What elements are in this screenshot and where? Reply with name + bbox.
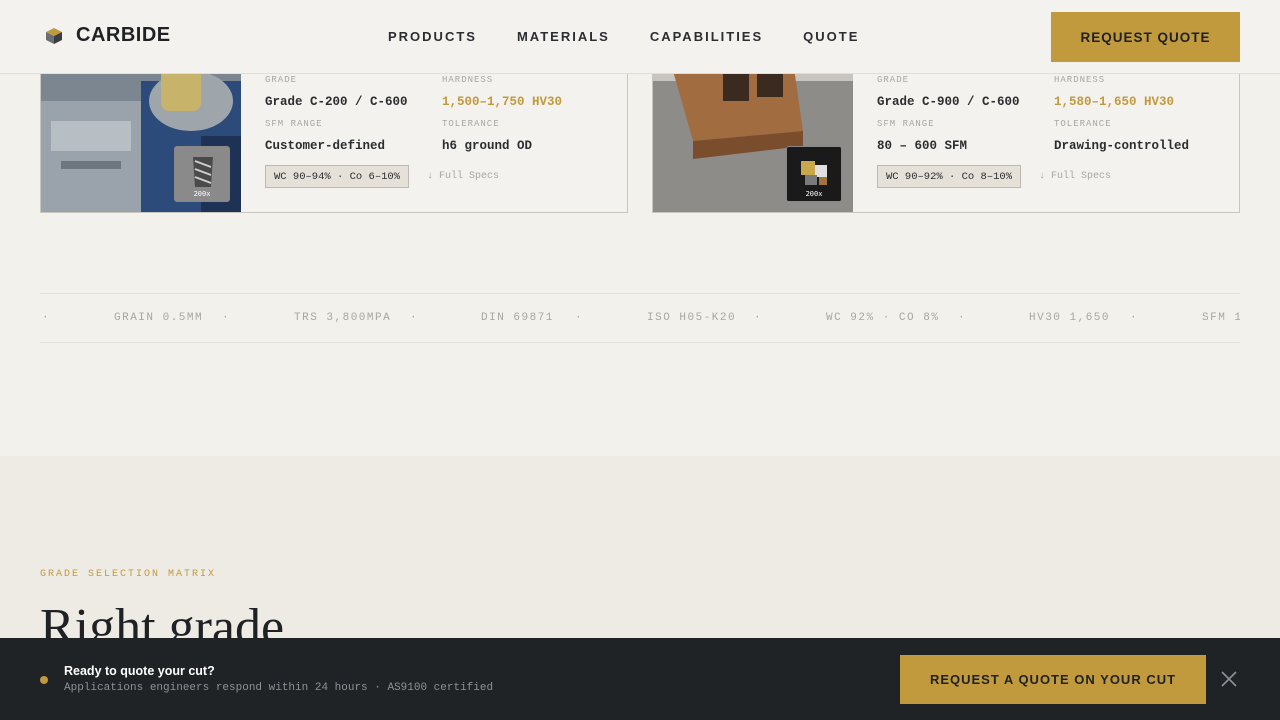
ticker-item: GRAIN 0.5MM	[114, 312, 204, 324]
sfm-spec-1: SFM RANGE Customer-defined	[265, 119, 385, 153]
tolerance-label: TOLERANCE	[1054, 119, 1112, 129]
request-quote-button[interactable]: REQUEST QUOTE	[1051, 12, 1240, 62]
grade-label: GRADE	[265, 75, 298, 85]
grade-label: GRADE	[877, 75, 910, 85]
ticker-item: WC 92% · CO 8%	[826, 312, 940, 324]
site-header: CARBIDE PRODUCTS MATERIALS CAPABILITIES …	[0, 0, 1280, 74]
sfm-value: Customer-defined	[265, 139, 386, 153]
hardness-spec-1: HARDNESS 1,500–1,750 HV30	[442, 75, 562, 109]
thumb-label-2: 200x	[805, 190, 823, 198]
ticker-item: ISO H05-K20	[647, 312, 737, 324]
grade-spec-2: GRADE Grade C-900 / C-600	[877, 75, 1020, 109]
nav-quote[interactable]: QUOTE	[803, 29, 859, 44]
ticker-separator: ·	[410, 312, 419, 324]
brand-logo[interactable]: CARBIDE	[44, 24, 171, 47]
sfm-label: SFM RANGE	[877, 119, 935, 129]
magnification-thumb-2[interactable]: 200x	[786, 146, 842, 202]
composition-chip-1: WC 90–94% · Co 6–10%	[265, 165, 410, 188]
full-specs-link-2[interactable]: ↓ Full Specs	[1039, 171, 1111, 182]
full-specs-link-1[interactable]: ↓ Full Specs	[427, 171, 499, 182]
main-nav: PRODUCTS MATERIALS CAPABILITIES QUOTE	[388, 29, 899, 44]
ticker-separator: ·	[222, 312, 231, 324]
hardness-label: HARDNESS	[442, 75, 494, 85]
ticker-separator: ·	[958, 312, 967, 324]
ticker-separator: ·	[42, 312, 51, 324]
carbide-logo-icon	[46, 27, 62, 44]
ticker-separator: ·	[754, 312, 763, 324]
tolerance-label: TOLERANCE	[442, 119, 500, 129]
thumb-label-1: 200x	[193, 190, 211, 198]
status-dot-icon	[40, 676, 48, 684]
hardness-value: 1,580–1,650 HV30	[1054, 95, 1175, 109]
quote-sticky-bar: Ready to quote your cut? Applications en…	[0, 638, 1280, 720]
close-icon[interactable]	[1218, 668, 1240, 690]
tolerance-value: Drawing-controlled	[1054, 139, 1190, 153]
tolerance-spec-1: TOLERANCE h6 ground OD	[442, 119, 532, 153]
hardness-value: 1,500–1,750 HV30	[442, 95, 563, 109]
hardness-label: HARDNESS	[1054, 75, 1106, 85]
grade-value: Grade C-900 / C-600	[877, 95, 1020, 109]
composition-chip-2: WC 90–92% · Co 8–10%	[877, 165, 1022, 188]
sfm-value: 80 – 600 SFM	[877, 139, 968, 153]
ticker-separator: ·	[575, 312, 584, 324]
sticky-bar-title: Ready to quote your cut?	[64, 664, 215, 678]
spec-ticker: · GRAIN 0.5MM · TRS 3,800MPA · DIN 69871…	[40, 293, 1240, 343]
ticker-item: SFM 1	[1202, 312, 1240, 324]
sfm-spec-2: SFM RANGE 80 – 600 SFM	[877, 119, 967, 153]
section-eyebrow: GRADE SELECTION MATRIX	[40, 569, 217, 580]
sfm-label: SFM RANGE	[265, 119, 323, 129]
request-quote-on-cut-button[interactable]: REQUEST A QUOTE ON YOUR CUT	[900, 655, 1206, 704]
brand-name: CARBIDE	[76, 24, 171, 46]
grade-value: Grade C-200 / C-600	[265, 95, 408, 109]
nav-capabilities[interactable]: CAPABILITIES	[650, 29, 763, 44]
nav-materials[interactable]: MATERIALS	[517, 29, 610, 44]
ticker-item: DIN 69871	[481, 312, 554, 324]
ticker-item: TRS 3,800MPA	[294, 312, 392, 324]
sticky-bar-subtitle: Applications engineers respond within 24…	[64, 682, 494, 694]
nav-products[interactable]: PRODUCTS	[388, 29, 477, 44]
ticker-separator: ·	[1130, 312, 1139, 324]
magnification-thumb-1[interactable]: 200x	[174, 146, 230, 202]
tolerance-value: h6 ground OD	[442, 139, 533, 153]
hardness-spec-2: HARDNESS 1,580–1,650 HV30	[1054, 75, 1174, 109]
ticker-item: HV30 1,650	[1029, 312, 1111, 324]
grade-spec-1: GRADE Grade C-200 / C-600	[265, 75, 408, 109]
tolerance-spec-2: TOLERANCE Drawing-controlled	[1054, 119, 1189, 153]
